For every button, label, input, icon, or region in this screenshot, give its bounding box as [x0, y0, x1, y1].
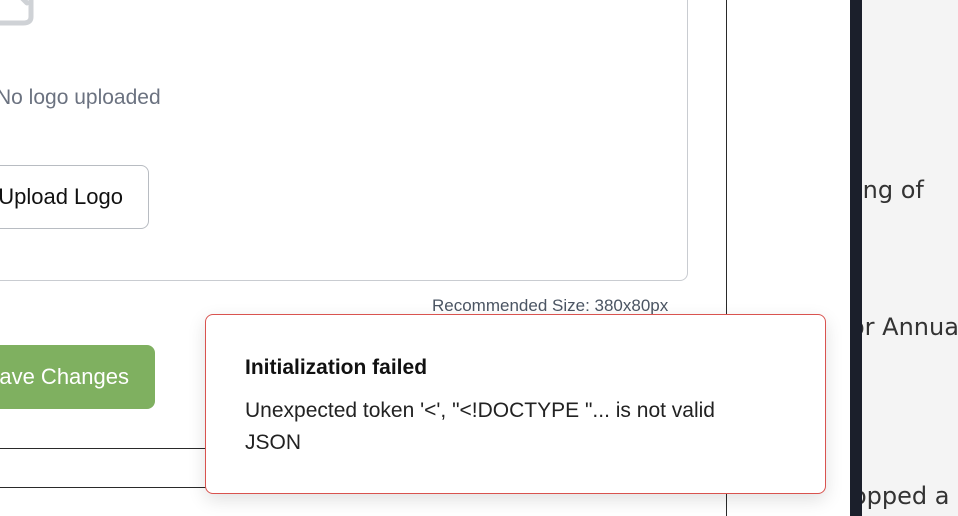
- save-changes-button[interactable]: Save Changes: [0, 345, 155, 409]
- upload-logo-button[interactable]: Upload Logo: [0, 165, 149, 229]
- background-text-line: or Annua: [862, 313, 958, 341]
- background-text-line: opped a: [862, 482, 950, 510]
- image-placeholder-icon: [0, 0, 34, 26]
- toast-title: Initialization failed: [245, 356, 428, 379]
- recommended-size-hint: Recommended Size: 380x80px: [432, 296, 669, 315]
- sidebar-edge: [850, 0, 862, 516]
- logo-dropzone: [0, 0, 688, 281]
- error-toast[interactable]: Initialization failed Unexpected token '…: [205, 314, 826, 494]
- background-text-line: ing of: [862, 176, 924, 204]
- no-logo-text: No logo uploaded: [0, 86, 161, 109]
- app-window: No logo uploaded Upload Logo Recommended…: [0, 0, 958, 516]
- toast-message: Unexpected token '<', "<!DOCTYPE "... is…: [245, 399, 715, 454]
- background-panel: ing of or Annua opped a: [862, 0, 958, 516]
